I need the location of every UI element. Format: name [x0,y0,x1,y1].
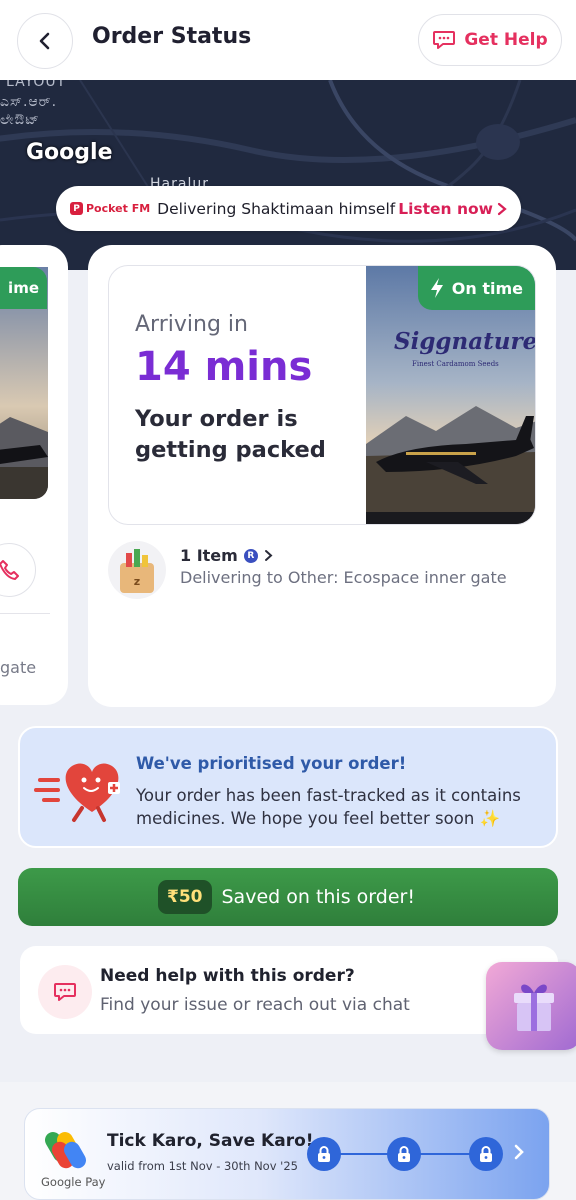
divider [0,613,50,614]
chevron-right-icon[interactable] [513,1143,525,1161]
chevron-right-icon [264,550,273,561]
gift-button[interactable] [486,962,576,1050]
listen-now-label: Listen now [398,199,493,218]
svg-text:z: z [134,575,140,588]
gpay-offer-title: Tick Karo, Save Karo! [107,1131,314,1151]
on-time-badge: On time [417,266,535,310]
previous-order-card[interactable]: ime gate [0,245,68,705]
listen-now-link[interactable]: Listen now [398,200,507,218]
chat-icon [54,983,76,1001]
savings-amount: ₹50 [158,880,212,914]
order-help-card[interactable]: Need help with this order? Find your iss… [20,946,558,1034]
grocery-bag-icon: z [108,541,166,599]
get-help-button[interactable]: Get Help [418,14,562,66]
savings-text: Saved on this order! [221,886,415,908]
order-status-text: Your order is getting packed [135,406,326,463]
lightning-icon [430,278,443,298]
pocket-fm-icon: P [70,202,83,215]
arriving-label: Arriving in [135,312,248,337]
promo-banner[interactable]: P Pocket FM Delivering Shaktimaan himself… [56,186,521,231]
help-title: Need help with this order? [100,966,355,986]
gpay-offer-validity: valid from 1st Nov - 30th Nov '25 [107,1159,298,1173]
rx-icon: R [243,548,258,563]
google-pay-offer-card[interactable]: Google Pay Tick Karo, Save Karo! valid f… [24,1108,550,1200]
lock-icon [387,1137,421,1171]
running-heart-icon [34,752,134,824]
map-label: ಲೇಔಟ್ [0,112,40,128]
delivery-address-snippet: gate [0,658,37,677]
eta-value: 14 mins [135,344,313,390]
back-button[interactable] [17,13,73,69]
map-label: LAYOUT [6,80,67,90]
delivery-address: Delivering to Other: Ecospace inner gate [180,568,507,587]
savings-bar: ₹50 Saved on this order! [18,868,558,926]
eta-box: Arriving in 14 mins Your order is gettin… [108,265,536,525]
lock-icon [307,1137,341,1171]
pocket-fm-brand: Pocket FM [86,202,151,215]
phone-icon [0,560,19,580]
google-logo: Google [26,140,113,165]
order-items-row[interactable]: z 1 Item R Delivering to Other: Ecospace… [108,541,538,603]
on-time-label: On time [451,278,523,298]
prioritised-title: We've prioritised your order! [136,754,407,773]
on-time-badge: ime [0,267,47,309]
header: Order Status Get Help [0,0,576,80]
order-status-card: Arriving in 14 mins Your order is gettin… [88,245,556,707]
delivery-map[interactable]: LAYOUT ಎಸ್.ಆರ್. ಲೇಔಟ್ Haralur Google [0,80,576,270]
page-title: Order Status [92,24,252,49]
promo-text: Delivering Shaktimaan himself [157,199,396,218]
chat-icon-wrap [38,965,92,1019]
prioritised-body: Your order has been fast-tracked as it c… [136,786,521,828]
google-pay-logo [41,1127,99,1177]
back-arrow-icon [39,32,50,50]
google-pay-label: Google Pay [41,1175,106,1189]
product-tagline-text: Finest Cardamom Seeds [412,360,499,368]
call-button[interactable] [0,543,36,597]
map-label: ಎಸ್.ಆರ್. [0,94,58,110]
help-subtitle: Find your issue or reach out via chat [100,995,410,1015]
chat-icon [433,31,456,49]
item-count-label: 1 Item [180,546,238,565]
gift-icon [513,984,554,1031]
map-roads [0,80,576,243]
product-brand-text: Siggnature [394,328,536,355]
product-image: Siggnature Finest Cardamom Seeds On time [366,266,536,524]
item-count: 1 Item R [180,546,273,565]
prioritised-order-card: We've prioritised your order! Your order… [18,726,558,848]
get-help-label: Get Help [464,30,548,50]
chevron-right-icon [497,202,507,215]
pocket-fm-logo: P Pocket FM [70,202,150,215]
lock-icon [469,1137,503,1171]
